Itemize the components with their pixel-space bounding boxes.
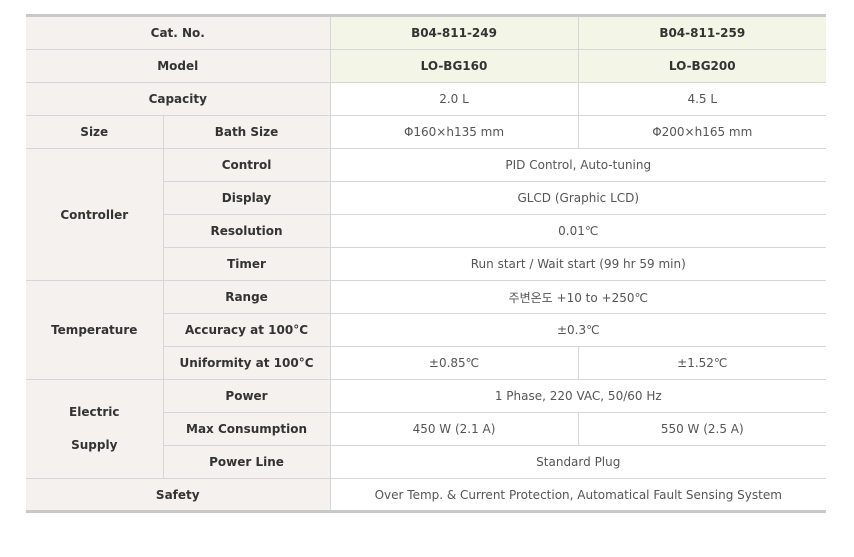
display-label: Display: [163, 181, 331, 215]
cat-no-label: Cat. No.: [26, 15, 331, 50]
controller-group-label: Controller: [26, 148, 164, 281]
electric-label: Electric: [69, 405, 120, 419]
max-consumption-value: 450 W (2.1 A): [329, 412, 579, 446]
bath-size-value: Φ160×h135 mm: [329, 115, 579, 149]
safety-value: Over Temp. & Current Protection, Automat…: [329, 478, 827, 512]
capacity-label: Capacity: [26, 82, 331, 116]
cat-no-value: B04-811-249: [329, 15, 579, 50]
range-label: Range: [162, 280, 331, 314]
range-value: 주변온도 +10 to +250℃: [329, 280, 827, 314]
electric-supply-group-label: Electric Supply: [26, 379, 164, 479]
max-consumption-value: 550 W (2.5 A): [577, 412, 827, 446]
uniformity-label: Uniformity at 100°C: [163, 346, 331, 380]
model-value: LO-BG160: [329, 49, 579, 83]
capacity-value: 2.0 L: [329, 82, 579, 116]
table-row: Safety Over Temp. & Current Protection, …: [26, 478, 827, 512]
model-label: Model: [26, 49, 331, 83]
capacity-value: 4.5 L: [577, 82, 827, 116]
uniformity-value: ±0.85℃: [329, 346, 579, 380]
table-row: Size Bath Size Φ160×h135 mm Φ200×h165 mm: [26, 115, 827, 149]
power-label: Power: [162, 379, 331, 413]
resolution-value: 0.01℃: [329, 214, 827, 248]
power-line-value: Standard Plug: [329, 445, 827, 479]
uniformity-value: ±1.52℃: [577, 346, 827, 380]
supply-label: Supply: [71, 438, 118, 452]
model-value: LO-BG200: [577, 49, 827, 83]
control-label: Control: [162, 148, 331, 182]
table-row: Temperature Range 주변온도 +10 to +250℃: [26, 280, 827, 380]
table-row: Model LO-BG160 LO-BG200: [26, 49, 827, 83]
resolution-label: Resolution: [163, 214, 331, 248]
spec-table: Cat. No. B04-811-249 B04-811-259 Model L…: [26, 14, 827, 513]
max-consumption-label: Max Consumption: [163, 412, 331, 446]
bath-size-label: Bath Size: [162, 115, 331, 149]
temperature-group-label: Temperature: [26, 280, 164, 380]
cat-no-value: B04-811-259: [577, 15, 827, 50]
accuracy-label: Accuracy at 100°C: [163, 313, 331, 347]
table-row: Cat. No. B04-811-249 B04-811-259: [26, 15, 827, 50]
timer-label: Timer: [163, 247, 331, 281]
size-group-label: Size: [26, 115, 164, 149]
safety-label: Safety: [26, 478, 331, 512]
table-row: Electric Supply Power 1 Phase, 220 VAC, …: [26, 379, 827, 479]
control-value: PID Control, Auto-tuning: [329, 148, 827, 182]
table-row: Controller Control PID Control, Auto-tun…: [26, 148, 827, 281]
power-line-label: Power Line: [163, 445, 331, 479]
timer-value: Run start / Wait start (99 hr 59 min): [329, 247, 827, 281]
accuracy-value: ±0.3℃: [329, 313, 827, 347]
table-row: Capacity 2.0 L 4.5 L: [26, 82, 827, 116]
display-value: GLCD (Graphic LCD): [329, 181, 827, 215]
bath-size-value: Φ200×h165 mm: [577, 115, 827, 149]
power-value: 1 Phase, 220 VAC, 50/60 Hz: [329, 379, 827, 413]
